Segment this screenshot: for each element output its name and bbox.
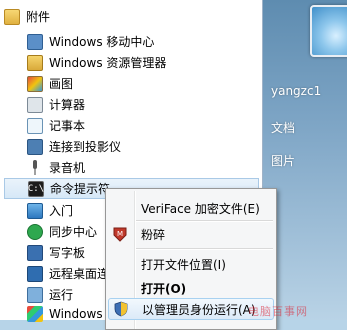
program-label: 记事本 [49, 119, 86, 133]
documents-link[interactable]: 文档 [271, 119, 295, 136]
menu-separator [136, 220, 273, 222]
program-label: 连接到投影仪 [49, 140, 122, 154]
menu-item-label: VeriFace 加密文件(E) [141, 201, 260, 216]
program-item[interactable]: Windows 资源管理器 [0, 52, 262, 73]
program-label: 画图 [49, 77, 74, 91]
program-item[interactable]: 记事本 [0, 115, 262, 136]
mobility-center-icon [27, 33, 43, 50]
program-label: 远程桌面连 [49, 267, 110, 281]
menu-item-label: 粉碎 [141, 227, 166, 242]
menu-item-label: 打开文件位置(I) [141, 257, 226, 272]
program-label: Windows [49, 306, 103, 321]
folder-icon [4, 8, 20, 25]
program-item[interactable]: 录音机 [0, 157, 262, 178]
program-item[interactable]: 连接到投影仪 [0, 136, 262, 157]
folder-label: 附件 [26, 10, 51, 24]
menu-item-label: 以管理员身份运行(A) [142, 302, 256, 317]
program-label: 运行 [49, 288, 74, 302]
projector-icon [27, 138, 43, 155]
program-item[interactable]: 计算器 [0, 94, 262, 115]
windows-icon [27, 305, 43, 322]
paint-icon [27, 75, 43, 92]
folder-accessories[interactable]: 附件 [4, 6, 266, 27]
program-label: 写字板 [49, 246, 86, 260]
program-label: 命令提示符 [50, 182, 111, 196]
user-avatar[interactable] [310, 5, 347, 57]
menu-item-open-file-location[interactable]: 打开文件位置(I) [141, 254, 226, 274]
menu-item-open[interactable]: 打开(O) [141, 278, 186, 298]
svg-text:M: M [117, 230, 123, 238]
cmd-icon: C:\ [28, 180, 44, 197]
program-label: 入门 [49, 204, 74, 218]
program-label: 同步中心 [49, 225, 98, 239]
shred-icon: M [112, 226, 128, 242]
calculator-icon [27, 96, 43, 113]
menu-separator [136, 248, 273, 250]
pictures-link[interactable]: 图片 [271, 152, 295, 169]
wordpad-icon [27, 244, 43, 261]
program-label: Windows 资源管理器 [49, 56, 167, 70]
program-label: 计算器 [49, 98, 86, 112]
sync-icon [27, 223, 43, 240]
program-item[interactable]: 画图 [0, 73, 262, 94]
menu-item-label: 打开(O) [141, 281, 187, 296]
getting-started-icon [27, 202, 43, 219]
run-icon [27, 286, 43, 303]
remote-desktop-icon [27, 265, 43, 282]
program-item[interactable]: Windows 移动中心 [0, 31, 262, 52]
microphone-icon [27, 159, 43, 176]
watermark: 电脑百事网 [248, 305, 308, 318]
program-label: 录音机 [49, 161, 86, 175]
explorer-icon [27, 54, 43, 71]
program-label: Windows 移动中心 [49, 35, 155, 49]
notepad-icon [27, 117, 43, 134]
uac-shield-icon [113, 301, 129, 317]
username-link[interactable]: yangzc1 [271, 84, 321, 98]
menu-item-veriface-encrypt[interactable]: VeriFace 加密文件(E) [141, 198, 260, 218]
menu-item-shred[interactable]: M 粉碎 [113, 224, 166, 244]
